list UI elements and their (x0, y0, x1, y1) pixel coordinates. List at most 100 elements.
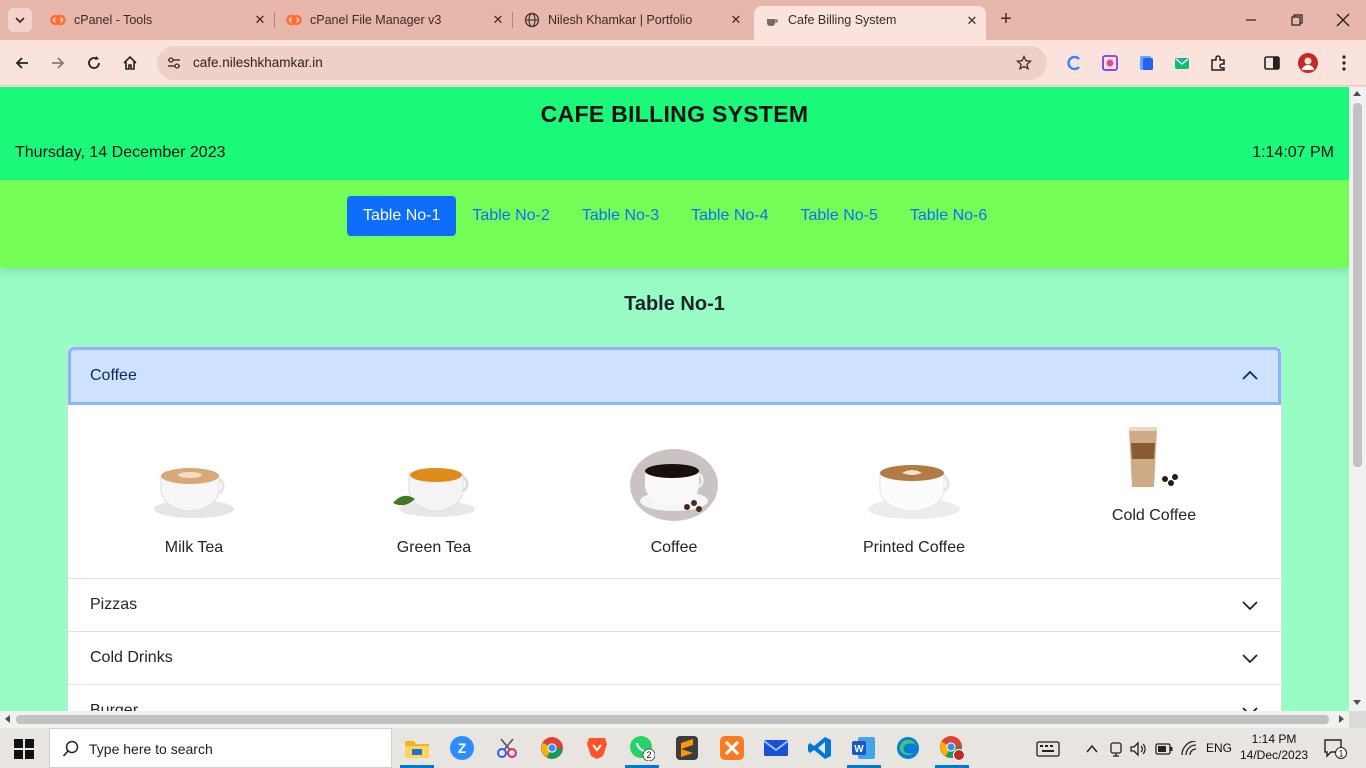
product-card-green-tea[interactable]: Green Tea (334, 431, 534, 557)
zoom-icon[interactable]: Z (448, 734, 476, 762)
current-time: 1:14:07 PM (1252, 144, 1334, 161)
product-card-milk-tea[interactable]: Milk Tea (94, 431, 294, 557)
bookmark-star-icon[interactable] (1015, 54, 1033, 72)
extension-mail-icon[interactable] (1172, 53, 1192, 73)
chevron-up-icon[interactable] (1083, 740, 1101, 758)
profile-avatar[interactable] (1298, 53, 1318, 73)
new-tab-button[interactable]: + (996, 9, 1016, 30)
extension-c-icon[interactable] (1064, 53, 1084, 73)
chrome-icon[interactable] (538, 734, 566, 762)
close-tab-icon[interactable]: ✕ (252, 12, 268, 28)
arrow-left-icon (15, 57, 28, 69)
table-tab-4[interactable]: Table No-4 (675, 196, 784, 236)
category-label: Coffee (90, 367, 137, 384)
product-name: Printed Coffee (863, 539, 965, 556)
notification-center-icon[interactable]: 1 (1323, 738, 1347, 760)
browser-tab-portfolio[interactable]: Nilesh Khamkar | Portfolio ✕ (518, 6, 750, 34)
scroll-right-arrow-icon[interactable] (1339, 715, 1344, 723)
restore-button[interactable] (1287, 10, 1307, 30)
browser-tabstrip: cPanel - Tools ✕ cPanel File Manager v3 … (0, 0, 1366, 40)
volume-icon[interactable] (1129, 740, 1147, 758)
side-panel-icon[interactable] (1262, 53, 1282, 73)
chevron-down-icon (1241, 596, 1259, 614)
accordion-item-burger: Burger (68, 685, 1281, 711)
menu-kebab-icon[interactable] (1334, 53, 1354, 73)
printed-coffee-image (814, 431, 1014, 521)
product-card-coffee[interactable]: Coffee (574, 431, 774, 557)
table-tab-6[interactable]: Table No-6 (894, 196, 1003, 236)
device-icon[interactable] (1107, 740, 1125, 758)
word-icon[interactable]: W (847, 734, 881, 768)
start-button[interactable] (14, 739, 34, 759)
extensions-puzzle-icon[interactable] (1208, 53, 1228, 73)
accordion-header-pizzas[interactable]: Pizzas (68, 579, 1281, 631)
forward-button[interactable] (46, 51, 70, 75)
whatsapp-icon[interactable]: 2 (625, 734, 659, 768)
accordion-header-cold-drinks[interactable]: Cold Drinks (68, 632, 1281, 684)
address-bar[interactable]: cafe.nileshkhamkar.in (157, 46, 1047, 80)
scrollbar-thumb[interactable] (1353, 103, 1362, 467)
chrome-profile-icon[interactable] (935, 734, 969, 768)
chevron-down-icon (1241, 702, 1259, 711)
xampp-icon[interactable] (718, 734, 746, 762)
keyboard-layout-icon[interactable] (1035, 740, 1061, 758)
extension-screenshot-icon[interactable] (1100, 53, 1120, 73)
brave-icon[interactable] (583, 734, 611, 762)
browser-tab-cpanel-file-manager[interactable]: cPanel File Manager v3 ✕ (280, 6, 513, 34)
scroll-left-arrow-icon[interactable] (5, 715, 10, 723)
table-tab-3[interactable]: Table No-3 (566, 196, 675, 236)
chevron-down-icon (1241, 649, 1259, 667)
mail-icon[interactable] (762, 734, 790, 762)
language-indicator[interactable]: ENG (1206, 741, 1232, 755)
accordion-header-burger[interactable]: Burger (68, 685, 1281, 711)
table-tab-2[interactable]: Table No-2 (456, 196, 565, 236)
close-tab-icon[interactable]: ✕ (964, 13, 980, 29)
coffee-cup-icon (764, 13, 780, 29)
minimize-button[interactable] (1241, 10, 1261, 30)
back-button[interactable] (10, 51, 34, 75)
scroll-down-arrow-icon[interactable] (1353, 700, 1361, 705)
tab-search-button[interactable] (8, 8, 32, 32)
scroll-up-arrow-icon[interactable] (1353, 91, 1361, 96)
category-label: Cold Drinks (90, 649, 173, 666)
browser-tab-cpanel-tools[interactable]: cPanel - Tools ✕ (42, 6, 275, 34)
home-button[interactable] (118, 51, 142, 75)
snipping-tool-icon[interactable] (493, 734, 521, 762)
sublime-text-icon[interactable] (673, 734, 701, 762)
windows-logo-icon (14, 739, 34, 759)
app-title: CAFE BILLING SYSTEM (540, 101, 809, 127)
close-tab-icon[interactable]: ✕ (728, 12, 744, 28)
table-tab-5[interactable]: Table No-5 (785, 196, 894, 236)
product-name: Cold Coffee (1111, 507, 1197, 524)
battery-icon[interactable] (1155, 740, 1173, 758)
taskbar-search-box[interactable]: Type here to search (49, 728, 392, 768)
vscode-icon[interactable] (806, 734, 834, 762)
milk-tea-image (94, 431, 294, 521)
extension-docs-icon[interactable] (1136, 53, 1156, 73)
tab-title: Cafe Billing System (788, 13, 897, 27)
accordion-header-coffee[interactable]: Coffee (68, 347, 1281, 405)
browser-tab-cafe-billing[interactable]: Cafe Billing System ✕ (754, 6, 986, 40)
page-viewport: CAFE BILLING SYSTEM Thursday, 14 Decembe… (0, 87, 1349, 711)
table-tab-1[interactable]: Table No-1 (347, 196, 457, 236)
scrollbar-thumb[interactable] (16, 715, 1329, 724)
taskbar-clock[interactable]: 1:14 PM 14/Dec/2023 (1240, 731, 1308, 763)
reload-icon (88, 56, 100, 69)
file-explorer-icon[interactable] (400, 734, 434, 768)
wifi-icon[interactable] (1180, 740, 1198, 758)
edge-icon[interactable] (894, 734, 922, 762)
reload-button[interactable] (82, 51, 106, 75)
close-tab-icon[interactable]: ✕ (490, 12, 506, 28)
url-text: cafe.nileshkhamkar.in (193, 55, 323, 70)
horizontal-scrollbar[interactable] (0, 711, 1349, 728)
accordion-body-coffee: Milk Tea Green Tea Coffee Printed Coffee… (68, 405, 1281, 578)
whatsapp-badge: 2 (646, 750, 651, 760)
product-name: Coffee (650, 539, 698, 556)
vertical-scrollbar[interactable] (1349, 87, 1366, 711)
home-icon (123, 55, 137, 70)
product-card-printed-coffee[interactable]: Printed Coffee (814, 431, 1014, 557)
product-card-cold-coffee[interactable]: Cold Coffee (1054, 425, 1254, 525)
close-window-button[interactable] (1333, 10, 1353, 30)
chevron-up-icon (1241, 367, 1259, 385)
site-info-icon[interactable] (165, 54, 183, 72)
